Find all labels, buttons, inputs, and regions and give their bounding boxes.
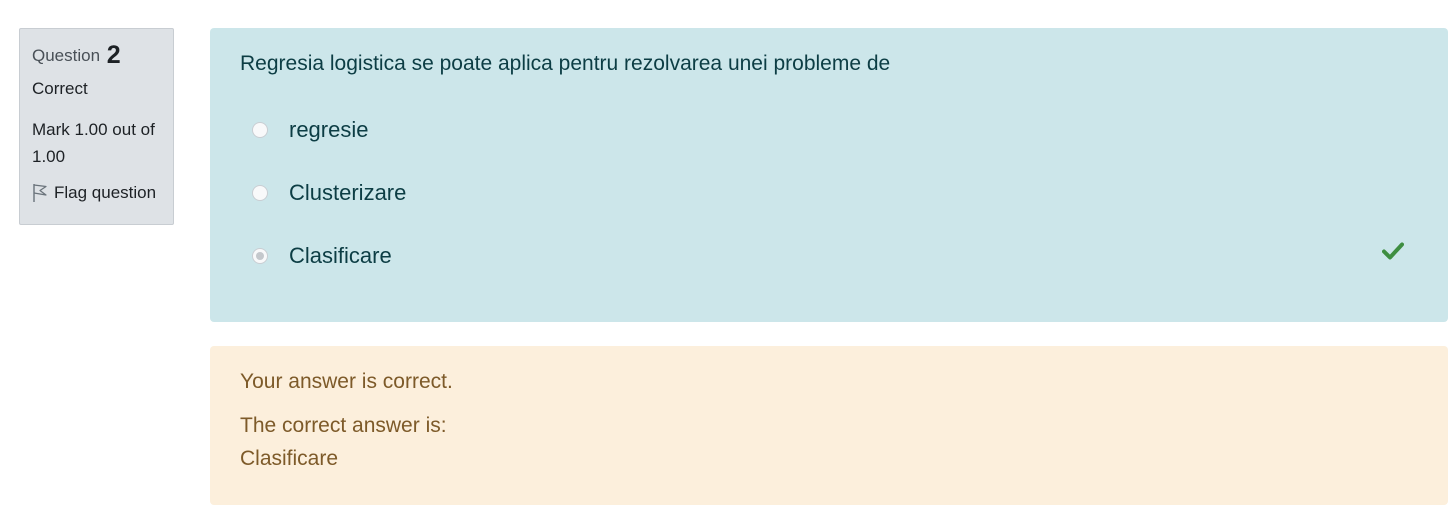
- question-info-panel: Question 2 Correct Mark 1.00 out of 1.00…: [19, 28, 174, 225]
- general-feedback: Your answer is correct.: [240, 370, 453, 393]
- answer-radio[interactable]: [252, 185, 268, 201]
- answer-option-regresie[interactable]: regresie: [252, 114, 368, 146]
- right-answer-value: Clasificare: [240, 447, 339, 470]
- answer-label[interactable]: regresie: [289, 117, 368, 143]
- feedback-panel: Your answer is correct. The correct answ…: [210, 346, 1448, 505]
- right-answer-label: The correct answer is:: [240, 414, 447, 437]
- answer-radio-selected[interactable]: [252, 248, 268, 264]
- flag-question-link[interactable]: Flag question: [32, 182, 161, 204]
- question-label: Question: [32, 46, 101, 65]
- answer-label[interactable]: Clusterizare: [289, 180, 406, 206]
- flag-icon: [33, 184, 47, 202]
- question-grade: Mark 1.00 out of 1.00: [32, 120, 155, 166]
- question-state: Correct: [32, 79, 88, 98]
- answer-option-clusterizare[interactable]: Clusterizare: [252, 177, 406, 209]
- flag-question-label: Flag question: [54, 183, 157, 202]
- answer-label[interactable]: Clasificare: [289, 243, 392, 269]
- question-text: Regresia logistica se poate aplica pentr…: [240, 52, 891, 75]
- question-number-line: Question 2: [32, 41, 161, 70]
- answer-option-clasificare[interactable]: Clasificare: [252, 240, 392, 272]
- question-number: 2: [106, 41, 121, 69]
- check-icon: [1382, 242, 1404, 260]
- question-formulation: Regresia logistica se poate aplica pentr…: [210, 28, 1448, 322]
- answer-radio[interactable]: [252, 122, 268, 138]
